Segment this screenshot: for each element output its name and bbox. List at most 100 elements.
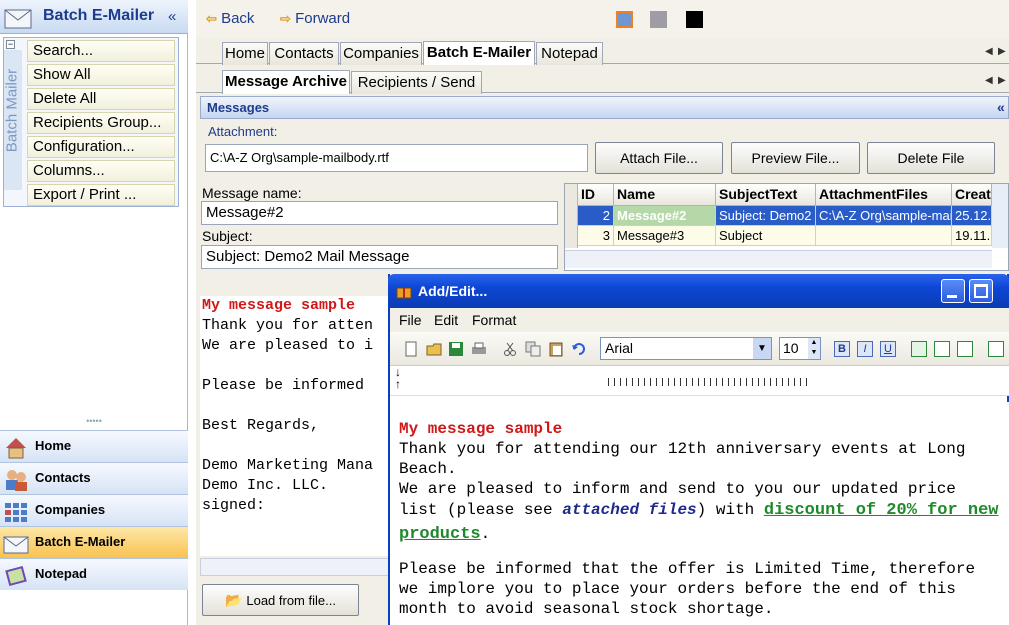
paste-icon[interactable] bbox=[548, 341, 564, 357]
vertical-group-label: Batch Mailer bbox=[4, 50, 22, 190]
cell-name[interactable]: Message#3 bbox=[614, 226, 716, 246]
cell-id[interactable]: 2 bbox=[578, 206, 614, 226]
align-center-icon[interactable] bbox=[934, 341, 950, 357]
maximize-icon[interactable] bbox=[969, 279, 993, 303]
message-name-field[interactable]: Message#2 bbox=[201, 201, 558, 225]
cell-subject[interactable]: Subject bbox=[716, 226, 816, 246]
subject-field[interactable]: Subject: Demo2 Mail Message bbox=[201, 245, 558, 269]
underline-icon[interactable]: U bbox=[880, 341, 896, 357]
message-body-preview[interactable]: My message sample Thank you for atten We… bbox=[200, 296, 400, 556]
grid-vertical-scrollbar[interactable] bbox=[992, 184, 1008, 248]
cell-created[interactable]: 19.11. bbox=[952, 226, 992, 246]
cell-created[interactable]: 25.12. bbox=[952, 206, 992, 226]
forward-button[interactable]: ⇨ Forward bbox=[280, 10, 350, 27]
italic-icon[interactable]: I bbox=[857, 341, 873, 357]
column-header-attachments[interactable]: AttachmentFiles bbox=[816, 184, 952, 206]
tab-contacts[interactable]: Contacts bbox=[269, 42, 339, 65]
tab-companies[interactable]: Companies bbox=[340, 42, 422, 65]
body-line bbox=[202, 436, 400, 456]
preview-file-button[interactable]: Preview File... bbox=[731, 142, 860, 174]
column-header-created[interactable]: Create bbox=[952, 184, 992, 206]
dialog-editor[interactable]: My message sample Thank you for attendin… bbox=[390, 402, 1009, 625]
menu-item-delete-all[interactable]: Delete All bbox=[27, 88, 175, 110]
grid-horizontal-scrollbar[interactable] bbox=[565, 250, 992, 268]
menu-item-columns[interactable]: Columns... bbox=[27, 160, 175, 182]
dialog-menubar: File Edit Format bbox=[390, 308, 1009, 332]
nav-notepad[interactable]: Notepad bbox=[0, 558, 188, 590]
attachment-field[interactable]: C:\A-Z Org\sample-mailbody.rtf bbox=[205, 144, 588, 172]
tab-batch-emailer[interactable]: Batch E-Mailer bbox=[423, 41, 535, 65]
tab-message-archive[interactable]: Message Archive bbox=[222, 70, 350, 94]
bold-icon[interactable]: B bbox=[834, 341, 850, 357]
doc-paragraph: We are pleased to inform and send to you… bbox=[399, 480, 999, 544]
envelope-icon bbox=[3, 536, 29, 554]
menu-format[interactable]: Format bbox=[472, 312, 516, 328]
color-scheme-black[interactable] bbox=[686, 11, 703, 28]
cell-attachments[interactable] bbox=[816, 226, 952, 246]
open-folder-icon[interactable] bbox=[426, 341, 442, 357]
tab-recipients-send[interactable]: Recipients / Send bbox=[351, 71, 482, 94]
bullet-list-icon[interactable] bbox=[988, 341, 1004, 357]
indent-marker-icon[interactable]: ↓ ↑ bbox=[395, 366, 401, 390]
subject-label: Subject: bbox=[202, 228, 253, 244]
attachment-label: Attachment: bbox=[208, 124, 278, 139]
top-toolbar: ⇦ Back ⇨ Forward bbox=[196, 0, 1009, 38]
nav-batch-emailer[interactable]: Batch E-Mailer bbox=[0, 526, 188, 558]
stepper-arrows-icon: ▲ ▼ bbox=[808, 338, 820, 359]
font-size-stepper[interactable]: 10 ▲ ▼ bbox=[779, 337, 821, 360]
menu-item-configuration[interactable]: Configuration... bbox=[27, 136, 175, 158]
cell-attachments[interactable]: C:\A-Z Org\sample-mai bbox=[816, 206, 952, 226]
load-from-file-button[interactable]: 📂 Load from file... bbox=[202, 584, 359, 616]
column-header-subject[interactable]: SubjectText bbox=[716, 184, 816, 206]
back-arrow-icon: ⇦ bbox=[206, 11, 217, 26]
subtab-scroll-left-icon[interactable]: ◀ bbox=[985, 75, 993, 86]
menu-item-recipients-group[interactable]: Recipients Group... bbox=[27, 112, 175, 134]
subtab-scroll-right-icon[interactable]: ▶ bbox=[998, 75, 1006, 86]
envelope-icon bbox=[4, 9, 32, 29]
doc-spacer bbox=[399, 547, 1001, 559]
align-right-icon[interactable] bbox=[957, 341, 973, 357]
undo-icon[interactable] bbox=[571, 341, 587, 357]
tab-scroll-right-icon[interactable]: ▶ bbox=[998, 46, 1006, 57]
collapse-messages-button[interactable]: « bbox=[997, 99, 1005, 115]
copy-icon[interactable] bbox=[525, 341, 541, 357]
collapse-menu-icon[interactable]: − bbox=[6, 40, 15, 49]
pane-splitter[interactable]: ••••• bbox=[0, 417, 188, 426]
messages-grid: ID Name SubjectText AttachmentFiles Crea… bbox=[564, 183, 1009, 271]
body-horizontal-scrollbar[interactable] bbox=[200, 558, 390, 576]
minimize-icon[interactable] bbox=[941, 279, 965, 303]
align-left-icon[interactable] bbox=[911, 341, 927, 357]
nav-companies[interactable]: Companies bbox=[0, 494, 188, 526]
collapse-left-pane-button[interactable]: « bbox=[168, 8, 176, 25]
color-scheme-blue[interactable] bbox=[616, 11, 633, 28]
back-button[interactable]: ⇦ Back bbox=[206, 10, 254, 27]
tab-scroll-left-icon[interactable]: ◀ bbox=[985, 46, 993, 57]
print-icon[interactable] bbox=[471, 341, 487, 357]
body-line: Thank you for atten bbox=[202, 317, 374, 334]
font-select[interactable]: Arial ▼ bbox=[600, 337, 772, 360]
tab-notepad[interactable]: Notepad bbox=[536, 42, 603, 65]
cut-icon[interactable] bbox=[502, 341, 518, 357]
column-header-name[interactable]: Name bbox=[614, 184, 716, 206]
nav-contacts[interactable]: Contacts bbox=[0, 462, 188, 494]
menu-item-show-all[interactable]: Show All bbox=[27, 64, 175, 86]
color-scheme-silver[interactable] bbox=[650, 11, 667, 28]
body-line bbox=[202, 396, 400, 416]
cell-id[interactable]: 3 bbox=[578, 226, 614, 246]
save-icon[interactable] bbox=[448, 341, 464, 357]
menu-file[interactable]: File bbox=[399, 312, 422, 328]
new-document-icon[interactable] bbox=[403, 341, 419, 357]
dialog-titlebar[interactable]: Add/Edit... bbox=[388, 274, 1009, 308]
cell-name[interactable]: Message#2 bbox=[614, 206, 716, 226]
menu-edit[interactable]: Edit bbox=[434, 312, 458, 328]
tab-home[interactable]: Home bbox=[222, 42, 268, 65]
menu-item-export-print[interactable]: Export / Print ... bbox=[27, 184, 175, 206]
dialog-ruler[interactable]: ↓ ↑ bbox=[390, 366, 1009, 396]
nav-home[interactable]: Home bbox=[0, 430, 188, 462]
attach-file-button[interactable]: Attach File... bbox=[595, 142, 723, 174]
delete-file-button[interactable]: Delete File bbox=[867, 142, 995, 174]
body-line: Demo Inc. LLC. bbox=[202, 477, 329, 494]
column-header-id[interactable]: ID bbox=[578, 184, 614, 206]
cell-subject[interactable]: Subject: Demo2 bbox=[716, 206, 816, 226]
menu-item-search[interactable]: Search... bbox=[27, 40, 175, 62]
